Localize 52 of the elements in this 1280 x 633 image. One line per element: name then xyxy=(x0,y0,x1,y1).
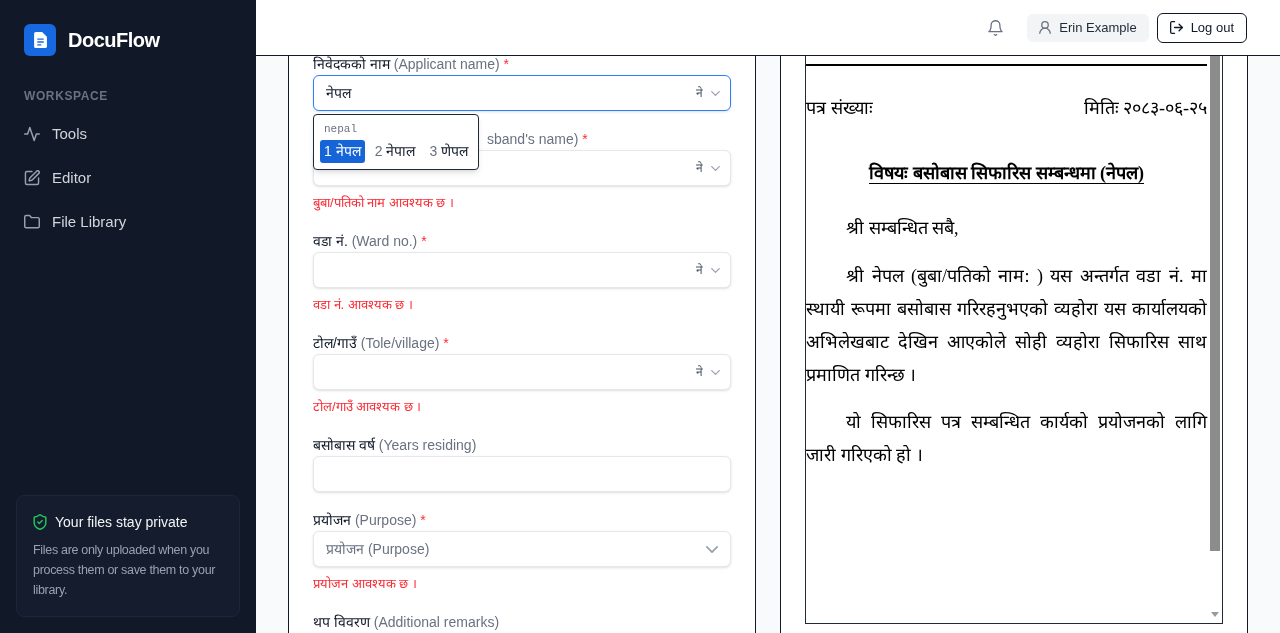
logout-button[interactable]: Log out xyxy=(1156,12,1247,43)
letter-salutation: श्री सम्बन्धित सबै, xyxy=(845,217,960,240)
input-mode-button[interactable]: ने xyxy=(696,262,703,278)
suggestion-option[interactable]: 1 नेपल xyxy=(320,140,365,163)
input-mode-button[interactable]: ने xyxy=(696,160,703,176)
brand-name: DocuFlow xyxy=(68,28,160,53)
chevron-down-icon xyxy=(711,267,720,273)
field-label: sband's name) * xyxy=(487,131,588,147)
chevron-down-icon xyxy=(711,165,720,171)
pencil-square-icon xyxy=(24,170,40,186)
card-title: Your files stay private xyxy=(55,513,188,532)
chevron-down-icon xyxy=(706,545,718,553)
field-label: थप विवरण (Additional remarks) xyxy=(313,614,500,630)
bell-icon xyxy=(987,19,1003,36)
chevron-down-icon xyxy=(711,369,720,375)
field-label: टोल/गाउँ (Tole/village) * xyxy=(313,335,449,351)
field-label: वडा नं. (Ward no.) * xyxy=(313,233,427,249)
ime-query: nepal xyxy=(323,122,358,137)
user-menu[interactable]: Erin Example xyxy=(1027,13,1149,42)
field-label: बसोबास वर्ष (Years residing) xyxy=(313,437,477,453)
shield-check-icon xyxy=(33,514,47,530)
section-label: WORKSPACE xyxy=(24,88,108,104)
error-message: वडा नं. आवश्यक छ । xyxy=(313,296,414,314)
letter-date: मितिः २०८३-०६-२५ xyxy=(1083,97,1207,120)
sidebar-link[interactable]: File Library xyxy=(16,200,240,244)
select-field[interactable]: प्रयोजन (Purpose) xyxy=(313,531,731,567)
text-field[interactable]: नेपल ने xyxy=(313,75,731,111)
reference-number-label: पत्र संख्याः xyxy=(806,97,873,120)
text-field[interactable]: ने xyxy=(313,252,731,288)
sidebar-link[interactable]: Editor xyxy=(16,156,240,200)
document-logo-icon xyxy=(24,24,56,56)
scrollbar-thumb[interactable] xyxy=(1209,56,1220,551)
field-label: प्रयोजन (Purpose) * xyxy=(313,512,426,528)
pulse-icon xyxy=(24,126,40,142)
sidebar-link[interactable]: Tools xyxy=(16,112,240,156)
text-field[interactable]: ने xyxy=(313,354,731,390)
input-mode-button[interactable]: ने xyxy=(696,85,703,101)
error-message: टोल/गाउँ आवश्यक छ । xyxy=(313,398,422,416)
error-message: बुबा/पतिको नाम आवश्यक छ । xyxy=(313,194,455,213)
input-mode-button[interactable]: ने xyxy=(696,364,703,380)
letter-subject: विषयः बसोबास सिफारिस सम्बन्धमा (नेपल) xyxy=(867,161,1145,185)
card-text: Files are only uploaded when you process them or save them to your library. xyxy=(33,542,217,599)
letter-paragraph: श्री नेपल (बुबा/पतिको नाम: ) यस अन्तर्गत वडा नं. मा स्थायी रूपमा बसोबास गरिरहनुभएको व्यहोरा यस कार्यालयको अभिलेखबाट देखिन आएकोले सोही व्यहोरा सिफारिस साथ प्रमाणित गरिन्छ । xyxy=(806,265,1207,387)
user-icon xyxy=(1039,21,1052,34)
scroll-down-arrow-icon[interactable] xyxy=(1210,612,1219,617)
letter-paragraph: यो सिफारिस पत्र सम्बन्धित कार्यको प्रयोजनको लागि जारी गरिएको हो । xyxy=(806,411,1207,467)
logout-icon xyxy=(1169,21,1183,34)
error-message: प्रयोजन आवश्यक छ । xyxy=(313,575,417,593)
text-field[interactable] xyxy=(313,456,731,492)
field-label: निवेदकको नाम (Applicant name) * xyxy=(313,56,509,72)
chevron-down-icon xyxy=(711,90,720,96)
folder-icon xyxy=(24,214,40,230)
